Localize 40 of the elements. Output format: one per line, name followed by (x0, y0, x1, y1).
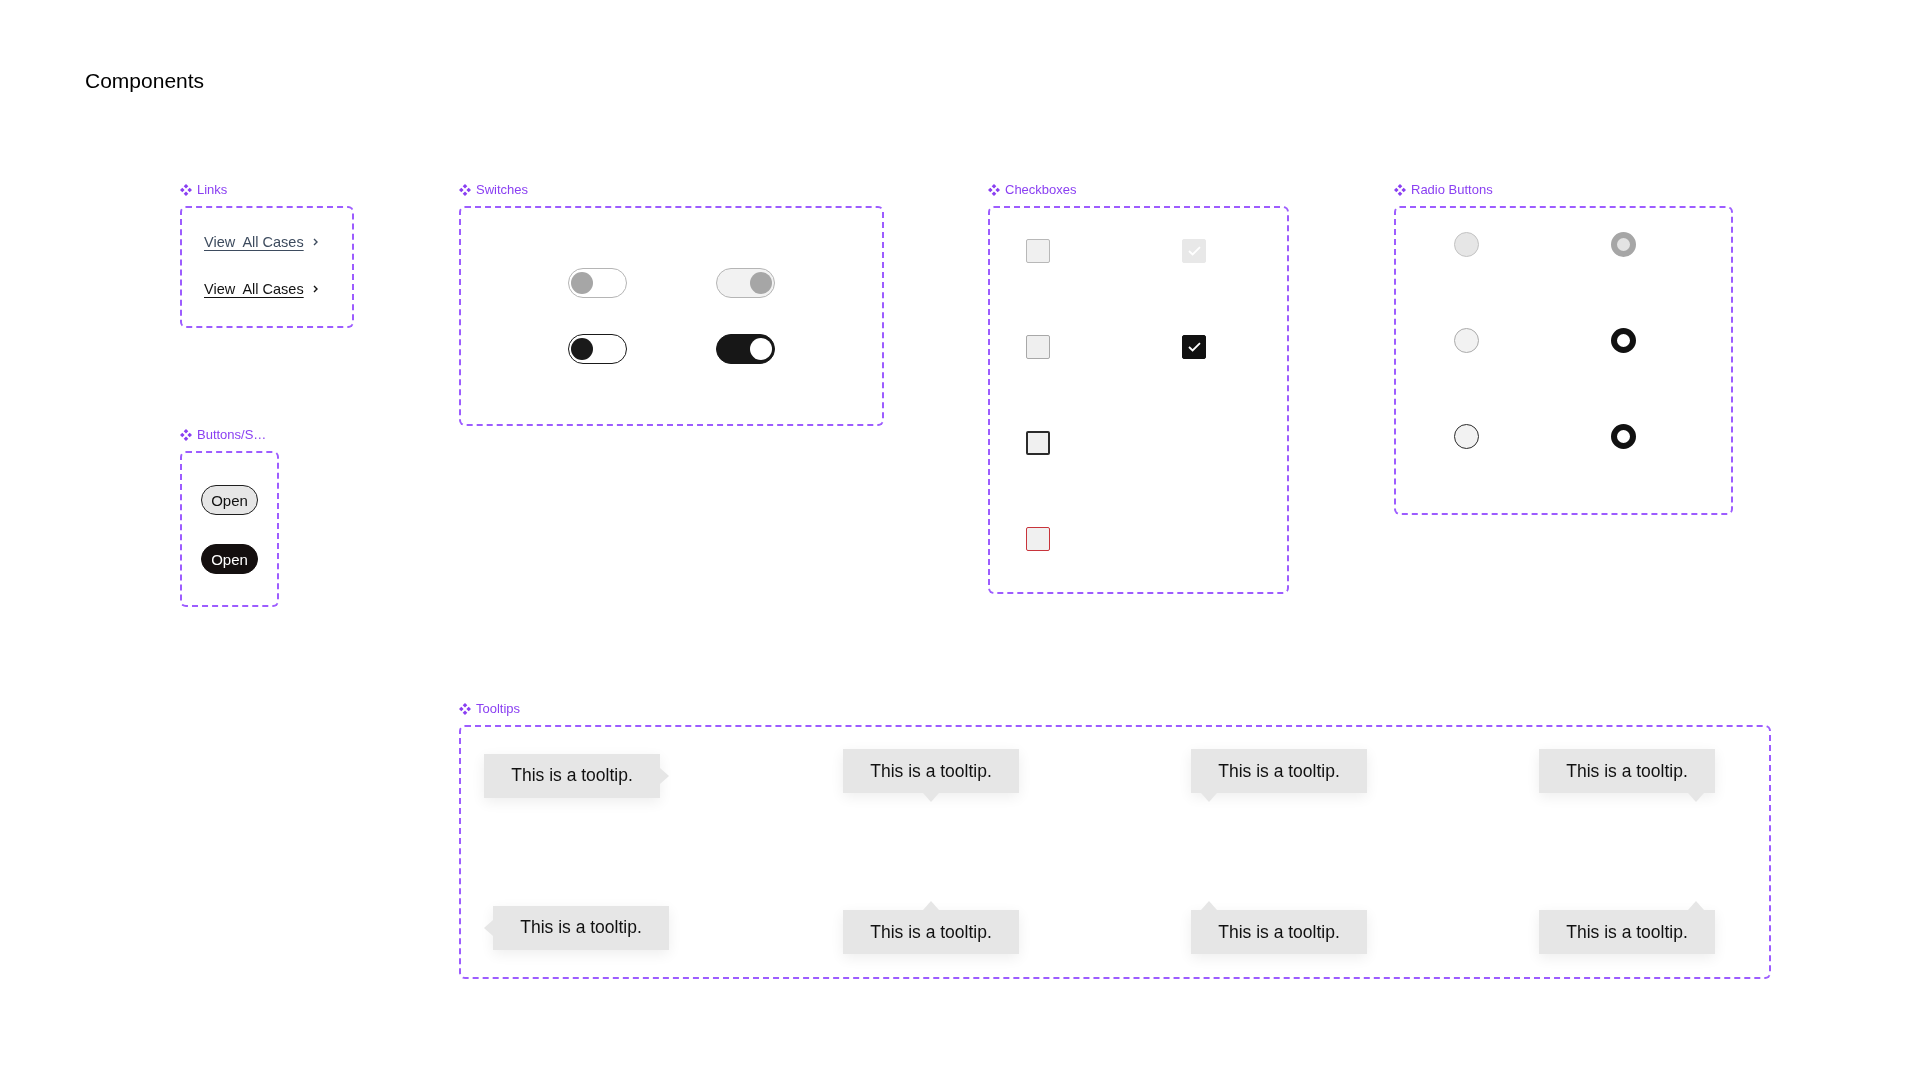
checkbox[interactable] (1026, 527, 1050, 551)
frame-label: Buttons/S… (197, 427, 267, 443)
tooltip: This is a tooltip. (1191, 749, 1367, 802)
checkbox[interactable] (1026, 431, 1050, 455)
text-link[interactable]: View All Cases (204, 280, 318, 298)
tooltip: This is a tooltip. (484, 905, 669, 950)
checkbox[interactable] (1182, 335, 1206, 359)
toggle-switch[interactable] (568, 334, 627, 364)
open-button[interactable]: Open (201, 485, 258, 515)
four-diamonds-icon (459, 703, 471, 715)
frame-label: Switches (476, 182, 529, 198)
chevron-right-icon (312, 238, 318, 246)
tooltip: This is a tooltip. (484, 753, 669, 798)
text-link[interactable]: View All Cases (204, 233, 318, 251)
tooltip: This is a tooltip. (1539, 901, 1715, 954)
tooltip: This is a tooltip. (843, 901, 1019, 954)
tooltip: This is a tooltip. (1539, 749, 1715, 802)
four-diamonds-icon (180, 184, 192, 196)
tooltip: This is a tooltip. (1191, 901, 1367, 954)
tooltip: This is a tooltip. (843, 749, 1019, 802)
frame-label: Tooltips (476, 701, 521, 717)
frame-label: Checkboxes (1005, 182, 1077, 198)
check-icon (1187, 342, 1201, 352)
four-diamonds-icon (180, 429, 192, 441)
radio-button[interactable] (1611, 232, 1636, 257)
radio-button[interactable] (1454, 424, 1479, 449)
toggle-switch[interactable] (716, 334, 775, 364)
frame-label: Radio Buttons (1411, 182, 1493, 198)
open-button[interactable]: Open (201, 544, 258, 574)
four-diamonds-icon (1394, 184, 1406, 196)
checkbox[interactable] (1026, 239, 1050, 263)
four-diamonds-icon (988, 184, 1000, 196)
page-title: Components (85, 69, 205, 93)
chevron-right-icon (312, 285, 318, 293)
checkbox[interactable] (1026, 335, 1050, 359)
radio-button[interactable] (1611, 424, 1636, 449)
radio-button[interactable] (1611, 328, 1636, 353)
frame-label: Links (197, 182, 228, 198)
radio-button[interactable] (1454, 328, 1479, 353)
four-diamonds-icon (459, 184, 471, 196)
